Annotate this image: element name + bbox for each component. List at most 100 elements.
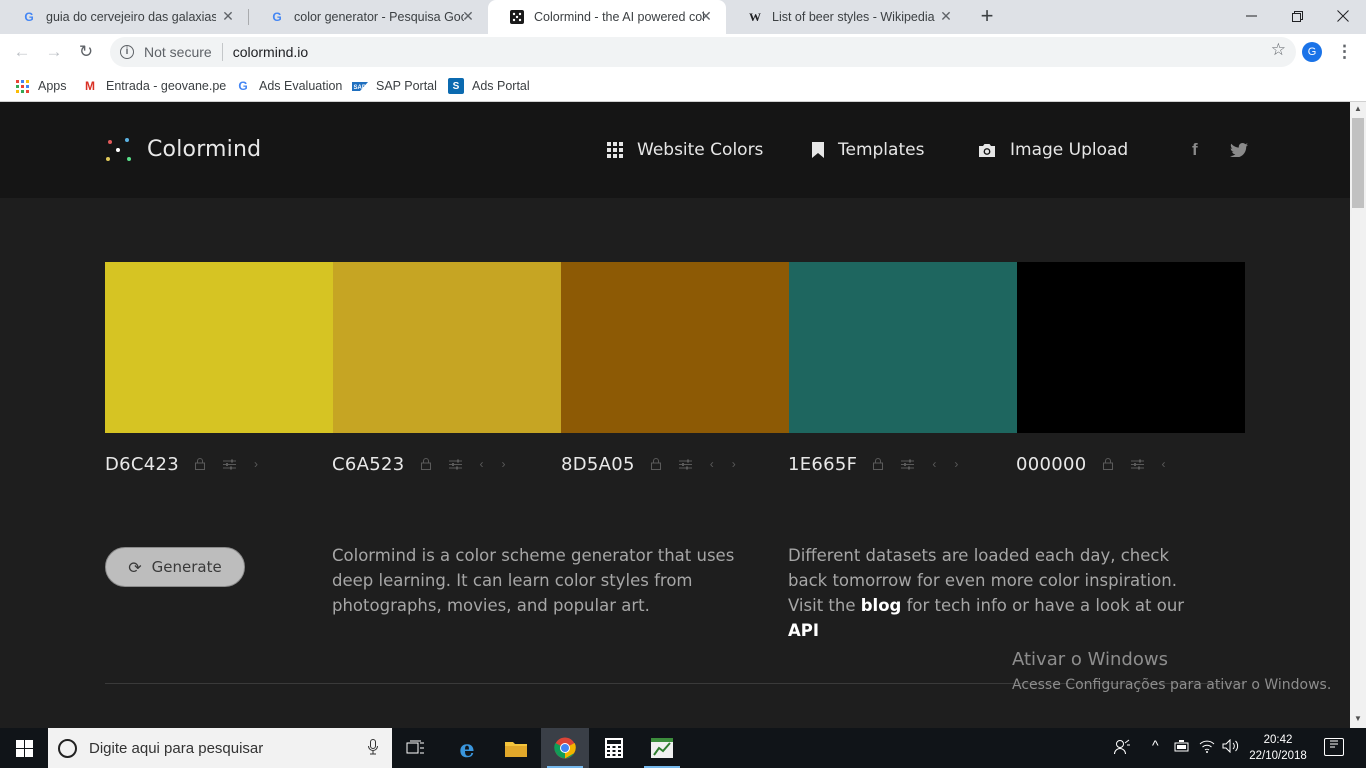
scroll-up-arrow-icon[interactable]: ▲ <box>1354 104 1362 113</box>
close-icon[interactable]: ✕ <box>460 8 476 24</box>
google-g-icon: G <box>238 79 248 93</box>
color-swatch[interactable] <box>105 262 333 433</box>
browser-toolbar: ← → ↻ i Not secure colormind.io ☆ <box>0 34 1366 70</box>
chevron-left-icon[interactable]: ‹ <box>1162 457 1166 471</box>
chevron-right-icon[interactable]: › <box>502 457 506 471</box>
chevron-right-icon[interactable]: › <box>254 457 258 471</box>
calculator-icon <box>605 738 623 758</box>
api-link[interactable]: API <box>788 621 819 640</box>
gmail-icon: M <box>85 79 95 93</box>
close-icon[interactable]: ✕ <box>698 8 714 24</box>
volume-icon[interactable] <box>1222 738 1240 756</box>
lock-icon[interactable] <box>650 458 661 470</box>
sliders-icon[interactable] <box>1130 459 1144 470</box>
bookmark-ads-evaluation[interactable]: G Ads Evaluation <box>235 77 342 95</box>
sap-icon: SAP <box>352 78 368 94</box>
spreadsheet-app[interactable] <box>638 728 686 768</box>
description-text: for tech info or have a look at our <box>901 596 1185 615</box>
notification-center-icon[interactable] <box>1324 738 1344 756</box>
reload-button[interactable]: ↻ <box>74 40 98 64</box>
tab-colormind[interactable]: Colormind - the AI powered colo ✕ <box>488 0 726 34</box>
sharepoint-icon: S <box>448 78 464 94</box>
generate-button[interactable]: ⟳ Generate <box>105 547 245 587</box>
color-swatch[interactable] <box>333 262 561 433</box>
calculator-app[interactable] <box>590 728 638 768</box>
blog-link[interactable]: blog <box>861 596 902 615</box>
star-icon[interactable]: ☆ <box>1271 40 1286 60</box>
sliders-icon[interactable] <box>223 459 237 470</box>
chevron-up-icon[interactable]: ^ <box>1152 737 1159 753</box>
page-scrollbar[interactable]: ▲ ▼ <box>1350 102 1366 728</box>
facebook-icon[interactable]: f <box>1192 140 1198 160</box>
tab-title: List of beer styles - Wikipedia <box>772 10 935 24</box>
sliders-icon[interactable] <box>901 459 915 470</box>
colormind-logo[interactable] <box>105 138 133 164</box>
bookmark-sap-portal[interactable]: SAP SAP Portal <box>352 77 437 95</box>
sliders-icon[interactable] <box>448 459 462 470</box>
chevron-right-icon[interactable]: › <box>732 457 736 471</box>
close-icon[interactable]: ✕ <box>938 8 954 24</box>
task-view-button[interactable] <box>392 728 440 768</box>
start-button[interactable] <box>0 728 48 768</box>
new-tab-button[interactable]: + <box>976 5 998 28</box>
system-clock[interactable]: 20:42 22/10/2018 <box>1246 732 1310 764</box>
bookmark-gmail[interactable]: M Entrada - geovane.pe <box>82 77 226 95</box>
twitter-icon[interactable] <box>1230 142 1248 162</box>
kebab-menu-icon[interactable]: ⋮ <box>1336 42 1353 62</box>
edge-app[interactable]: e <box>443 728 491 768</box>
tab-color-generator[interactable]: G color generator - Pesquisa Goog ✕ <box>248 0 488 34</box>
sliders-icon[interactable] <box>678 459 692 470</box>
bookmark-label: Ads Evaluation <box>259 79 343 93</box>
swatch-controls: 1E665F ‹ › <box>788 452 976 476</box>
address-bar[interactable]: i Not secure colormind.io ☆ <box>110 37 1296 67</box>
tab-beer-styles[interactable]: W List of beer styles - Wikipedia ✕ <box>726 0 966 34</box>
close-icon[interactable]: ✕ <box>220 8 236 24</box>
color-swatch[interactable] <box>561 262 789 433</box>
chevron-left-icon[interactable]: ‹ <box>932 457 936 471</box>
bookmark-ads-portal[interactable]: S Ads Portal <box>448 77 530 95</box>
bookmark-apps[interactable]: Apps <box>14 77 67 95</box>
chrome-app[interactable] <box>541 728 589 768</box>
color-swatch[interactable] <box>789 262 1017 433</box>
info-icon[interactable]: i <box>120 45 134 59</box>
close-window-button[interactable] <box>1320 0 1366 32</box>
chevron-right-icon[interactable]: › <box>954 457 958 471</box>
camera-icon <box>978 143 996 158</box>
taskbar-search-input[interactable]: Digite aqui para pesquisar <box>48 728 392 768</box>
lock-icon[interactable] <box>420 458 431 470</box>
hex-code[interactable]: D6C423 <box>105 454 179 475</box>
lock-icon[interactable] <box>1102 458 1113 470</box>
chevron-left-icon[interactable]: ‹ <box>480 457 484 471</box>
hex-code[interactable]: 8D5A05 <box>561 454 635 475</box>
microphone-icon[interactable] <box>368 739 378 759</box>
apps-grid-icon <box>14 78 30 94</box>
avatar[interactable]: G <box>1302 42 1322 62</box>
hex-code[interactable]: 000000 <box>1016 454 1087 475</box>
lock-icon[interactable] <box>195 458 206 470</box>
swatch-controls: D6C423 › <box>105 452 276 476</box>
restore-button[interactable] <box>1274 0 1320 32</box>
back-button[interactable]: ← <box>10 40 34 64</box>
brand-name[interactable]: Colormind <box>147 137 261 162</box>
lock-icon[interactable] <box>873 458 884 470</box>
tab-guia-cervejeiro[interactable]: G guia do cervejeiro das galaxias - ✕ <box>0 0 248 34</box>
nav-image-upload[interactable]: Image Upload <box>978 138 1128 162</box>
battery-icon[interactable] <box>1174 739 1190 755</box>
hex-code[interactable]: C6A523 <box>332 454 405 475</box>
file-explorer-app[interactable] <box>492 728 540 768</box>
hex-code[interactable]: 1E665F <box>788 454 857 475</box>
bookmark-icon <box>812 142 824 158</box>
chrome-icon <box>554 737 576 759</box>
nav-templates[interactable]: Templates <box>812 138 924 162</box>
scroll-down-arrow-icon[interactable]: ▼ <box>1354 714 1362 723</box>
color-swatch[interactable] <box>1017 262 1245 433</box>
search-placeholder: Digite aqui para pesquisar <box>89 739 264 757</box>
forward-button[interactable]: → <box>42 40 66 64</box>
chevron-left-icon[interactable]: ‹ <box>710 457 714 471</box>
wifi-icon[interactable] <box>1199 739 1215 756</box>
people-icon[interactable] <box>1114 739 1130 758</box>
site-header: Colormind Website Colors Templates Image… <box>0 102 1350 198</box>
minimize-button[interactable] <box>1228 0 1274 32</box>
nav-website-colors[interactable]: Website Colors <box>607 138 763 162</box>
scroll-thumb[interactable] <box>1352 118 1364 208</box>
